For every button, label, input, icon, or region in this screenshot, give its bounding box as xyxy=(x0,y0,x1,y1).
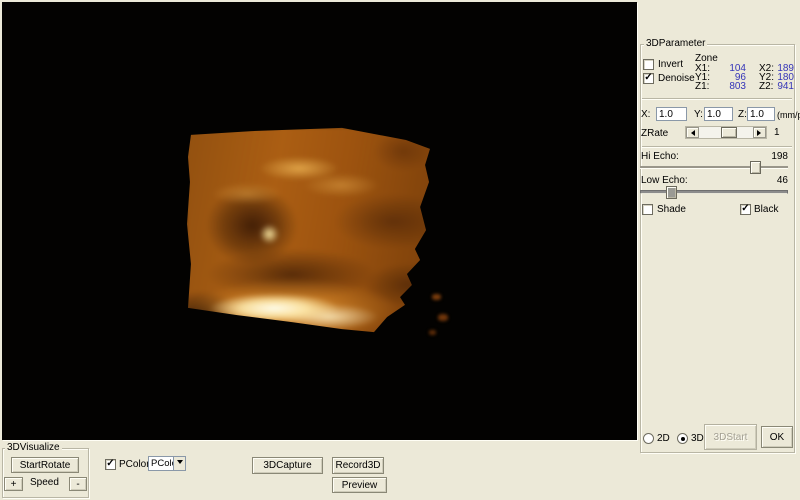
pcolor-checkbox[interactable]: ✓ xyxy=(105,459,116,470)
zone-z2-value: 941 xyxy=(772,82,794,92)
ultrasound-speck xyxy=(438,314,448,321)
radio-dot-icon xyxy=(681,437,685,441)
denoise-checkbox[interactable]: ✓ xyxy=(643,73,654,84)
parameter-groupbox xyxy=(640,44,795,453)
record-3d-button[interactable]: Record3D xyxy=(332,457,384,474)
pcolor-dropdown[interactable]: PColor xyxy=(148,456,186,471)
black-label: Black xyxy=(754,205,778,215)
scale-y-input[interactable] xyxy=(704,107,733,121)
preview-button[interactable]: Preview xyxy=(332,477,387,493)
shade-checkbox[interactable] xyxy=(642,204,653,215)
shade-label: Shade xyxy=(657,205,686,215)
ultrasound-image xyxy=(185,126,433,338)
zrate-scrollbar[interactable] xyxy=(685,126,767,139)
start-rotate-button[interactable]: StartRotate xyxy=(11,457,79,473)
chevron-down-icon xyxy=(177,460,183,467)
mode-2d-label: 2D xyxy=(657,434,670,444)
speed-minus-button[interactable]: - xyxy=(69,477,87,491)
speed-label: Speed xyxy=(30,478,59,488)
zrate-label: ZRate xyxy=(641,129,668,139)
hi-echo-slider-track[interactable] xyxy=(640,166,788,169)
scroll-right-icon xyxy=(757,130,764,136)
speed-plus-button[interactable]: + xyxy=(4,477,23,491)
zrate-scroll-thumb[interactable] xyxy=(721,127,737,138)
invert-label: Invert xyxy=(658,60,683,70)
scale-y-label: Y: xyxy=(694,110,703,120)
ultrasound-texture xyxy=(185,126,433,338)
divider xyxy=(642,98,792,100)
low-echo-slider-thumb[interactable] xyxy=(666,186,677,199)
checkmark-icon: ✓ xyxy=(106,458,114,469)
hi-echo-slider-thumb[interactable] xyxy=(750,161,761,174)
pcolor-label: PColor xyxy=(119,460,150,470)
zrate-value: 1 xyxy=(774,128,780,138)
scale-x-label: X: xyxy=(641,110,650,120)
mode-3d-label: 3D xyxy=(691,434,704,444)
hi-echo-label: Hi Echo: xyxy=(641,152,679,162)
scale-unit: (mm/p) xyxy=(777,110,800,120)
low-echo-slider-track[interactable] xyxy=(640,190,788,194)
parameter-group-title: 3DParameter xyxy=(644,39,707,49)
divider xyxy=(642,146,792,148)
checkmark-icon: ✓ xyxy=(644,72,652,83)
low-echo-value: 46 xyxy=(756,176,788,186)
mode-2d-radio[interactable] xyxy=(643,433,654,444)
render-viewport[interactable] xyxy=(2,2,637,440)
denoise-label: Denoise xyxy=(658,74,695,84)
start3d-button[interactable]: 3DStart xyxy=(704,424,757,450)
low-echo-label: Low Echo: xyxy=(641,176,688,186)
black-checkbox[interactable]: ✓ xyxy=(740,204,751,215)
zone-z1-label: Z1: xyxy=(695,82,709,92)
ultrasound-speck xyxy=(432,294,441,300)
zrate-scroll-right-button[interactable] xyxy=(753,127,766,138)
ultrasound-speck xyxy=(429,330,436,335)
zone-z1-value: 803 xyxy=(716,82,746,92)
ok-button[interactable]: OK xyxy=(761,426,793,448)
mode-3d-radio[interactable] xyxy=(677,433,688,444)
scroll-left-icon xyxy=(688,130,695,136)
zrate-scroll-left-button[interactable] xyxy=(686,127,699,138)
invert-checkbox[interactable] xyxy=(643,59,654,70)
ultrasound-3d-app: { "viewport": { "content": "3D ultrasoun… xyxy=(0,0,800,500)
capture-3d-button[interactable]: 3DCapture xyxy=(252,457,323,474)
checkmark-icon: ✓ xyxy=(741,203,749,214)
scale-x-input[interactable] xyxy=(656,107,687,121)
pcolor-dropdown-button[interactable] xyxy=(173,457,185,470)
scale-z-input[interactable] xyxy=(747,107,775,121)
visualize-group-title: 3DVisualize xyxy=(5,443,62,453)
scale-z-label: Z: xyxy=(738,110,747,120)
